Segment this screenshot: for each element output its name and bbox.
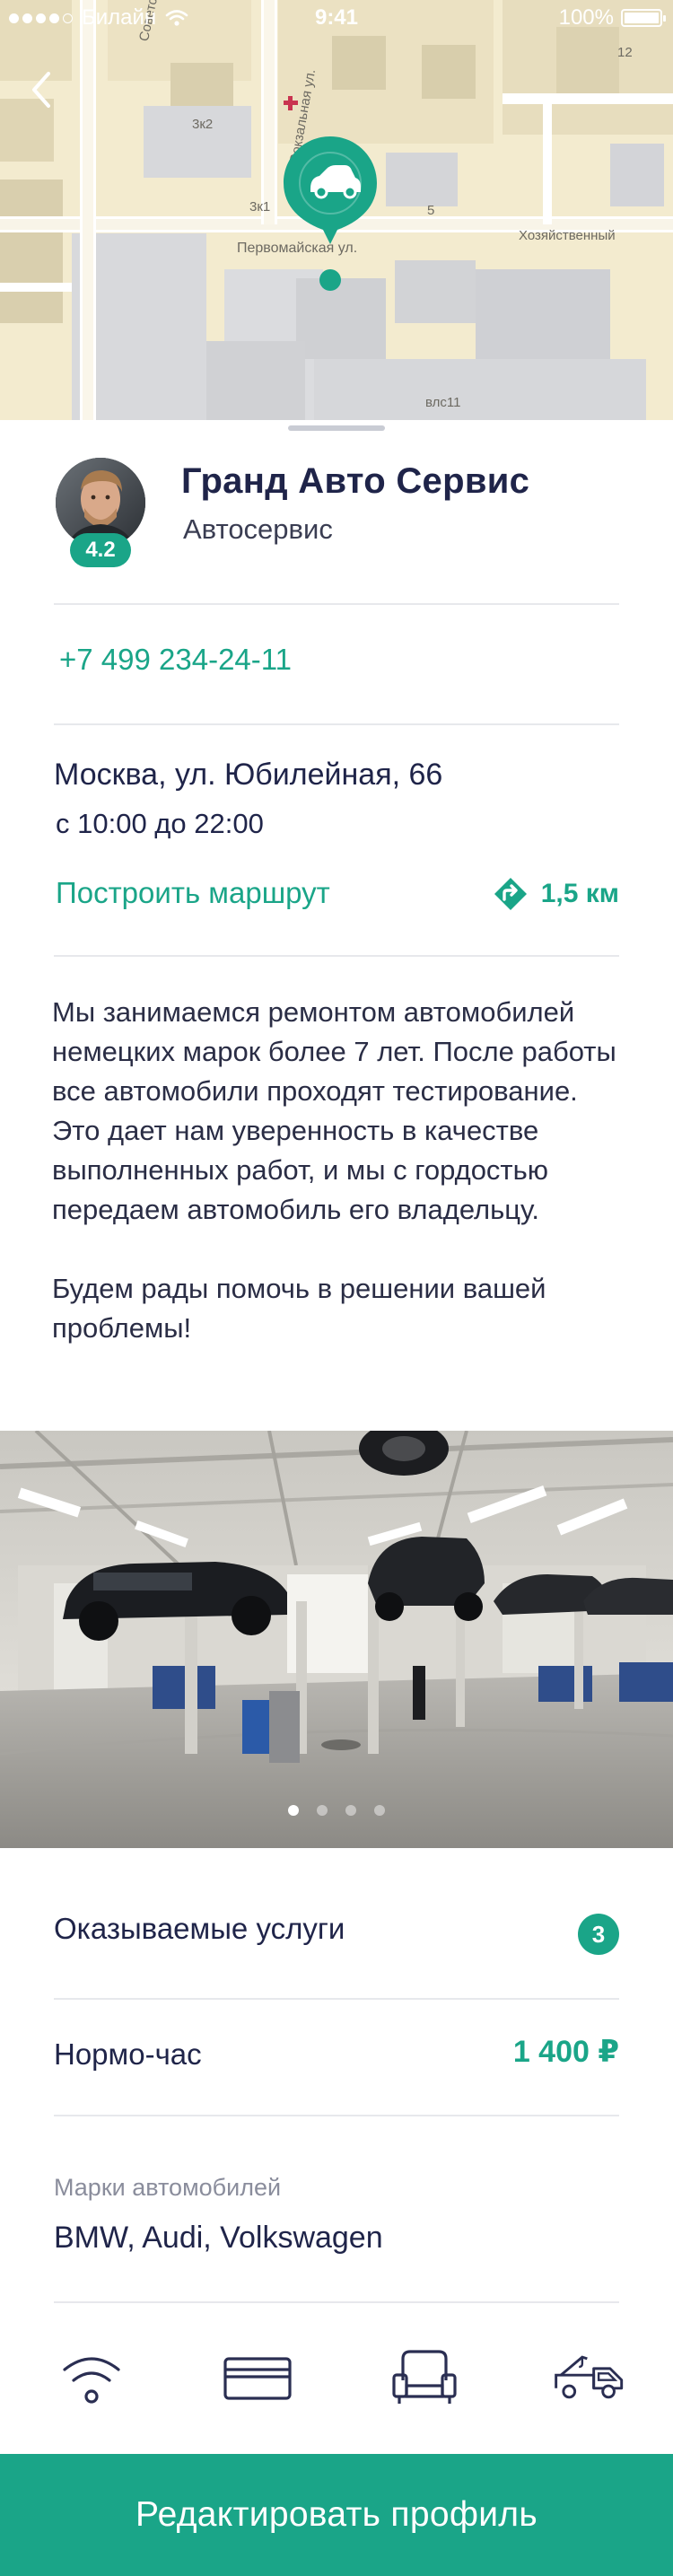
card-amenity [220,2339,295,2414]
gallery-dot[interactable] [345,1805,356,1816]
business-name: Гранд Авто Сервис [181,461,530,501]
tow-amenity [553,2339,628,2414]
map-label-poi: Хозяйственный [519,228,616,243]
map-label-building: 3к2 [192,117,214,132]
map-label-building: влс11 [425,395,461,410]
location-map[interactable]: Советская Первомайская ул. Вокзальная ул… [0,0,673,420]
battery-percent: 100% [558,5,614,30]
gallery-dot[interactable] [317,1805,328,1816]
hourly-rate-price: 1 400 ₽ [512,2035,619,2069]
brands-value: BMW, Audi, Volkswagen [54,2221,383,2255]
location-pin[interactable] [280,133,380,294]
lounge-chair-icon [392,2350,457,2404]
phone-link[interactable]: +7 499 234-24-11 [59,643,292,677]
gallery-photo [0,1431,673,1848]
gallery-dot[interactable] [288,1805,299,1816]
card-payment-icon [223,2357,292,2400]
map-label-building: 5 [427,203,435,218]
hourly-rate-label: Нормо-час [54,2037,202,2071]
chevron-left-icon [32,72,50,108]
divider [54,1998,619,2000]
tow-truck-icon [555,2355,624,2399]
divider [54,2115,619,2116]
details-sheet: 4.2 Гранд Авто Сервис Автосервис +7 499 … [0,420,673,2576]
status-bar: Билайн 9:41 100% [0,0,673,36]
sheet-drag-handle[interactable] [288,425,385,431]
divider [54,2301,619,2303]
amenities-row [54,2335,628,2418]
wifi-amenity [54,2339,129,2414]
wifi-icon [63,2357,120,2404]
avatar-block: 4.2 [54,458,147,567]
business-header: 4.2 Гранд Авто Сервис Автосервис [54,458,628,574]
business-category: Автосервис [183,513,333,545]
lounge-amenity [387,2339,462,2414]
gallery-pagination[interactable] [0,1805,673,1816]
build-route-link[interactable]: Построить маршрут [56,876,330,910]
business-description: Мы занимаемся ремонтом автомобилей немец… [52,993,626,1348]
rating-badge: 4.2 [70,533,131,567]
services-row[interactable]: Оказываемые услуги [54,1912,345,1946]
car-icon [284,136,377,291]
route-arrow-icon [494,878,527,910]
working-hours: с 10:00 до 22:00 [56,808,264,839]
divider [54,955,619,957]
divider [54,603,619,605]
services-count-badge[interactable]: 3 [578,1914,619,1955]
map-label-building: 3к1 [249,199,271,215]
photo-gallery[interactable] [0,1431,673,1848]
back-button[interactable] [23,65,59,115]
map-label-building: 12 [617,45,633,60]
description-paragraph: Будем рады помочь в решении вашей пробле… [52,1273,546,1344]
description-paragraph: Мы занимаемся ремонтом автомобилей немец… [52,996,616,1225]
divider [54,723,619,725]
gallery-dot[interactable] [374,1805,385,1816]
address-text: Москва, ул. Юбилейная, 66 [54,758,443,792]
battery-icon [621,9,666,27]
edit-profile-button[interactable]: Редактировать профиль [0,2454,673,2576]
brands-caption: Марки автомобилей [54,2174,282,2201]
distance-value: 1,5 км [540,879,619,908]
distance-indicator[interactable]: 1,5 км [493,876,619,912]
